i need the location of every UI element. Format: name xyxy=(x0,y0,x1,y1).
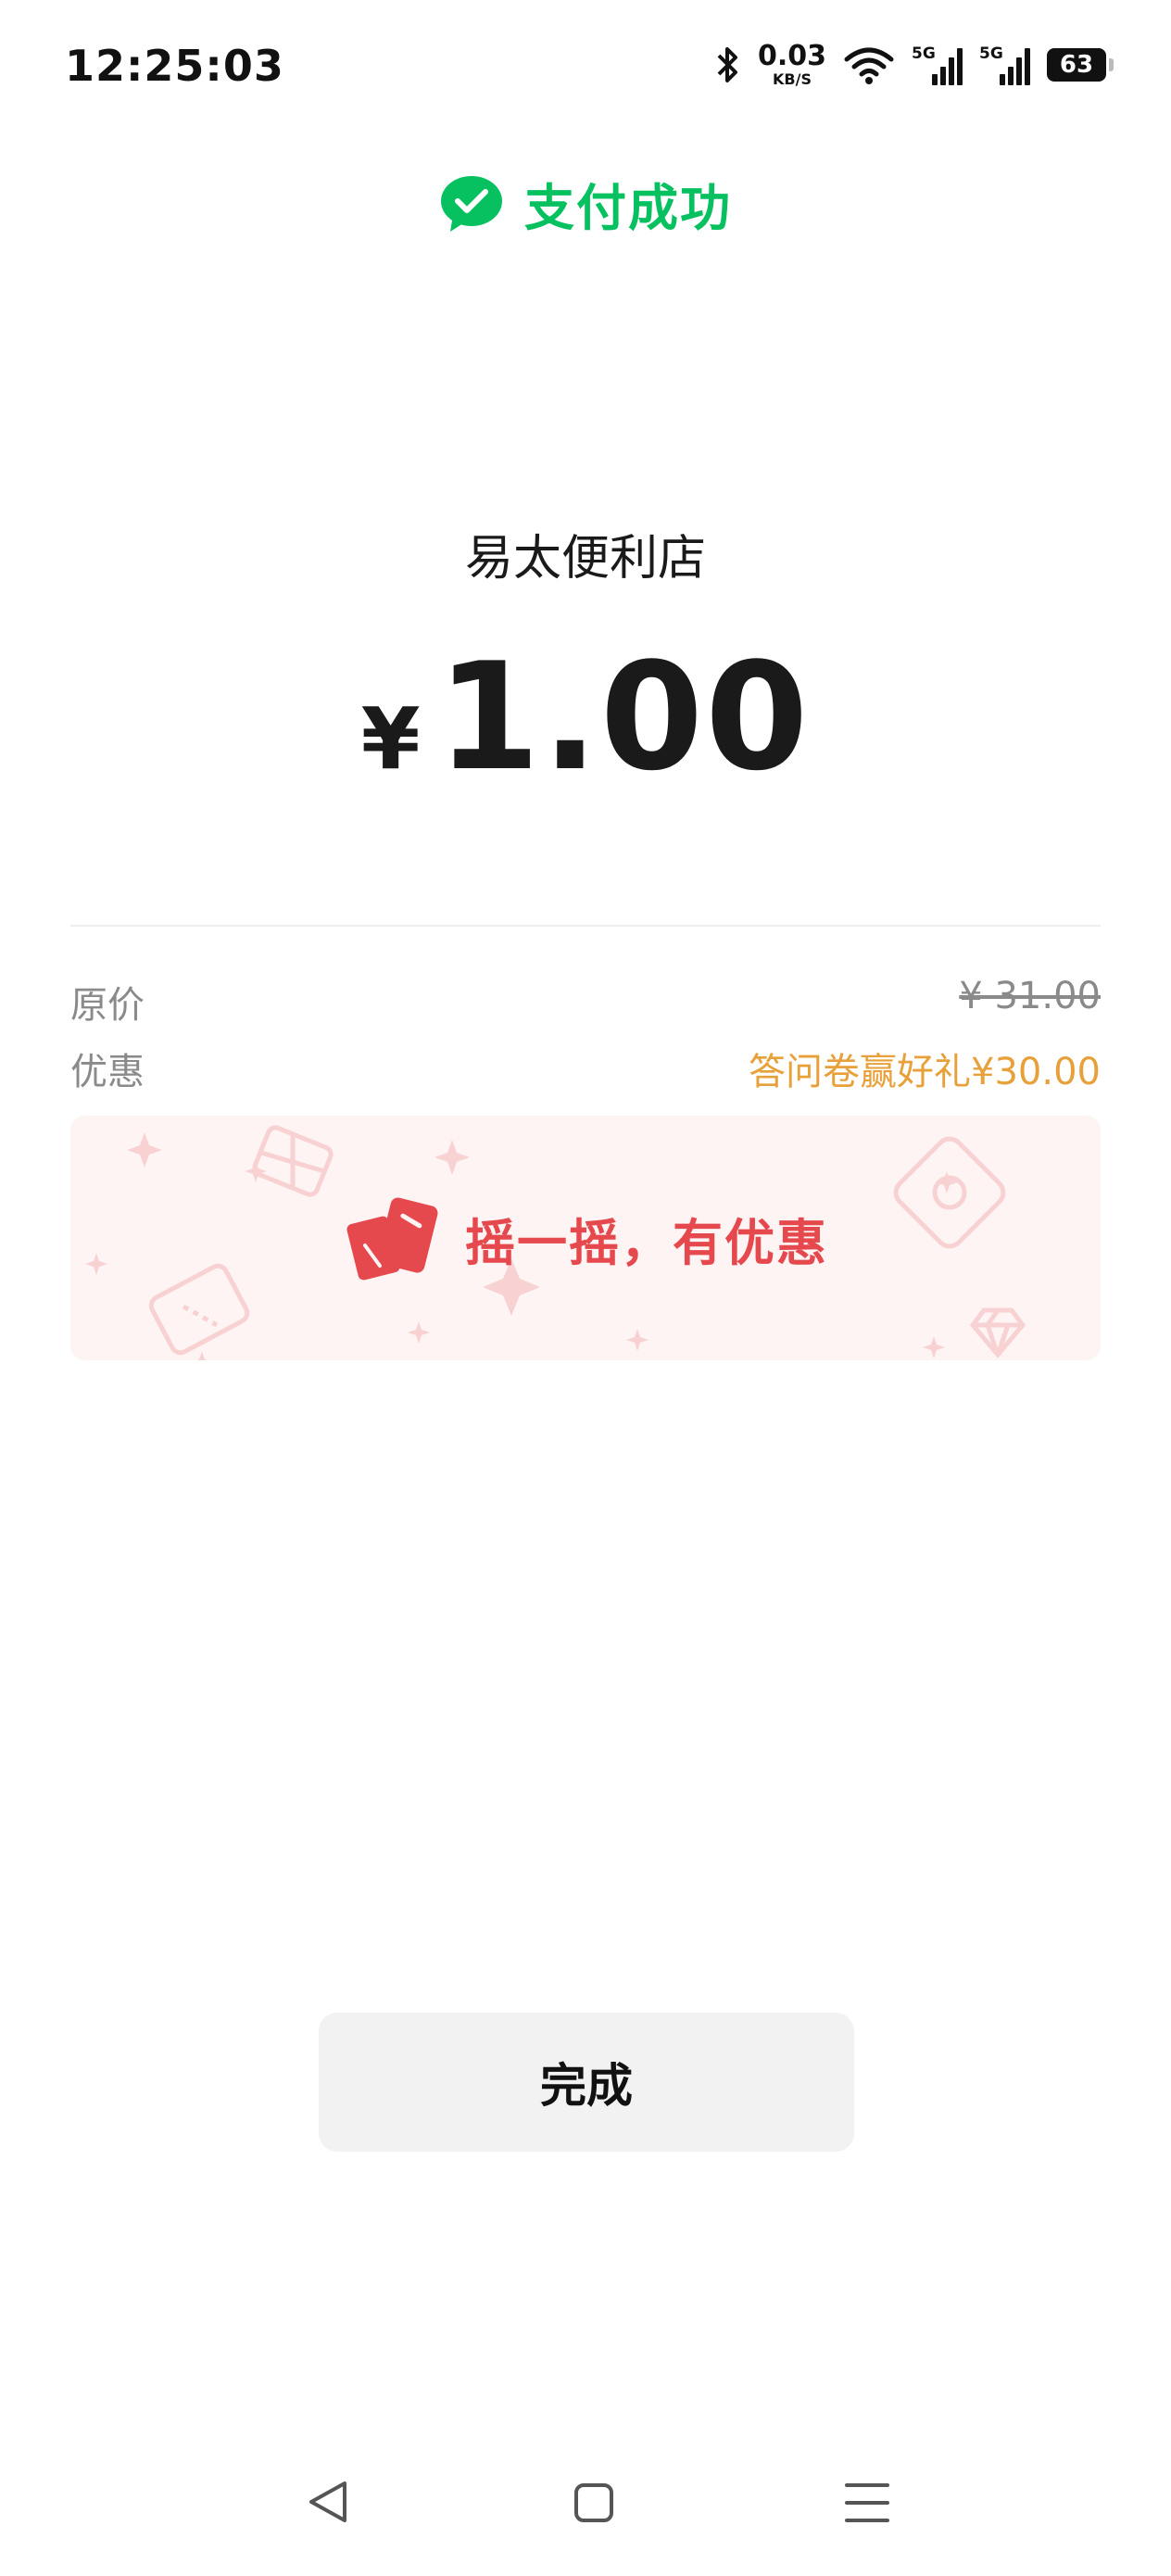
menu-icon[interactable] xyxy=(845,2483,889,2522)
wifi-icon xyxy=(844,47,894,84)
battery-level: 63 xyxy=(1059,51,1094,79)
amount-value: 1.00 xyxy=(436,630,811,803)
wechat-pay-check-icon xyxy=(441,175,502,232)
banner-content: 摇一摇，有优惠 xyxy=(70,1116,1101,1360)
system-nav-bar xyxy=(309,2481,889,2522)
home-icon[interactable] xyxy=(574,2483,613,2522)
signal-sim1-icon: 5G xyxy=(912,44,963,85)
network-speed: 0.03 KB/S xyxy=(758,43,826,87)
shake-promo-banner[interactable]: 摇一摇，有优惠 xyxy=(70,1116,1101,1360)
network-speed-value: 0.03 xyxy=(757,40,826,72)
merchant-name: 易太便利店 xyxy=(464,531,706,587)
original-price-value: ¥ 31.00 xyxy=(959,975,1101,1017)
done-button[interactable]: 完成 xyxy=(319,2013,854,2152)
back-icon[interactable] xyxy=(309,2481,346,2522)
payment-success-title: 支付成功 xyxy=(524,179,732,237)
network-speed-unit: KB/S xyxy=(773,70,812,88)
payment-amount: ¥ 1.00 xyxy=(0,630,1171,803)
original-price-label: 原价 xyxy=(70,984,145,1027)
status-icons: 0.03 KB/S 5G 5G 63 xyxy=(715,37,1114,93)
status-time: 12:25:03 xyxy=(65,41,284,91)
sim2-network-type: 5G xyxy=(979,44,1003,63)
shake-promo-text: 摇一摇，有优惠 xyxy=(465,1213,828,1272)
signal-sim2-icon: 5G xyxy=(979,44,1030,85)
divider xyxy=(70,925,1101,927)
discount-label: 优惠 xyxy=(70,1051,145,1093)
payment-success-header: 支付成功 xyxy=(0,167,1171,240)
sim1-network-type: 5G xyxy=(912,44,936,63)
discount-value[interactable]: 答问卷赢好礼¥30.00 xyxy=(749,1042,1101,1095)
shake-phone-icon xyxy=(346,1197,438,1281)
currency-symbol: ¥ xyxy=(360,689,421,789)
bluetooth-icon xyxy=(717,47,737,82)
battery-icon: 63 xyxy=(1047,48,1114,82)
